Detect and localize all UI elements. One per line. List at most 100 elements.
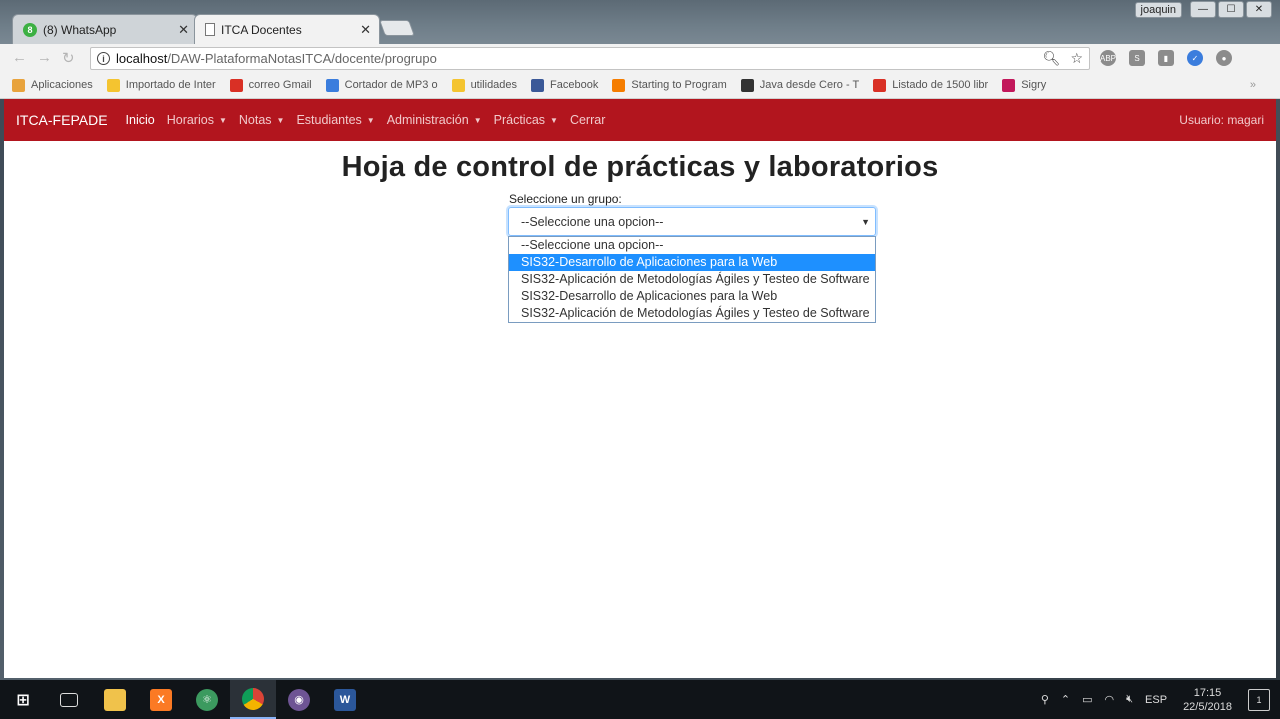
xampp-icon: X [150,688,172,711]
word-button[interactable]: W [322,680,368,719]
clock-date: 22/5/2018 [1183,700,1232,713]
bookmark-label: Listado de 1500 libr [892,79,989,91]
window-user-badge[interactable]: joaquin [1134,2,1182,18]
nav-item-menu[interactable]: Estudiantes ▼ [296,113,374,127]
task-view-button[interactable] [46,680,92,719]
bookmark-label: Starting to Program [631,79,727,91]
bookmark-label: Cortador de MP3 o [344,79,438,91]
clock-time: 17:15 [1193,686,1222,699]
caret-down-icon: ▼ [366,115,375,125]
info-icon[interactable]: i [97,52,110,65]
group-select-dropdown: --Seleccione una opcion-- SIS32-Desarroll… [508,236,876,323]
task-view-icon [60,692,78,707]
bookmark-item[interactable]: Listado de 1500 libr [873,78,989,92]
select-option[interactable]: SIS32-Aplicación de Metodologías Ágiles … [509,305,875,322]
address-bar[interactable]: i localhost /DAW-PlataformaNotasITCA/doc… [90,47,1090,70]
volume-muted-icon[interactable]: 🔇︎ [1126,693,1133,706]
bookmark-icon [12,78,25,92]
forward-icon[interactable]: → [37,49,52,67]
nav-item-menu[interactable]: Horarios ▼ [167,113,227,127]
profile-icon[interactable]: ● [1216,50,1232,66]
bookmark-item[interactable]: Sigry [1002,78,1046,92]
url-path: /DAW-PlataformaNotasITCA/docente/progrup… [167,51,437,66]
bookmark-icon [531,78,545,92]
nav-item-label: Notas [238,113,272,127]
tab-whatsapp[interactable]: 8 (8) WhatsApp ✕ [12,14,198,44]
document-icon [205,23,215,36]
group-select[interactable]: --Seleccione una opcion-- ▼ [508,207,876,236]
bookmark-item[interactable]: Java desde Cero - T [740,78,860,92]
language-indicator[interactable]: ESP [1145,694,1167,706]
adblock-icon[interactable]: ABP [1100,50,1116,66]
nav-item-menu[interactable]: Cerrar [570,113,605,127]
chevron-up-icon[interactable]: ⌃ [1061,693,1070,706]
page-title: Hoja de control de prácticas y laborator… [341,151,939,183]
atom-button[interactable]: ⚛ [184,680,230,719]
wifi-icon[interactable]: ◠ [1105,693,1115,706]
tab-itca-docentes[interactable]: ITCA Docentes ✕ [194,14,380,44]
xampp-button[interactable]: X [138,680,184,719]
bookmark-item[interactable]: Aplicaciones [12,78,93,92]
select-option[interactable]: SIS32-Desarrollo de Aplicaciones para la… [509,254,875,271]
select-option[interactable]: SIS32-Desarrollo de Aplicaciones para la… [509,288,875,305]
bookmark-label: utilidades [470,79,518,91]
bookmark-icon [1002,78,1016,92]
close-icon[interactable]: ✕ [360,22,371,38]
chrome-button[interactable] [230,680,276,719]
close-window-button[interactable]: ✕ [1246,1,1272,18]
nav-item-menu[interactable]: Notas ▼ [239,113,285,127]
caret-down-icon: ▼ [550,115,558,125]
bookmark-star-icon[interactable]: ☆ [1070,50,1083,67]
bookmark-icon [106,78,120,92]
bookmarks-overflow-icon[interactable]: » [1250,79,1256,91]
tab-title: (8) WhatsApp [43,22,117,37]
extension-icons: ABP S ▮ ✓ ● [1100,50,1232,66]
bookmark-label: Facebook [550,79,599,91]
maximize-button[interactable]: ☐ [1218,1,1244,18]
notification-center-icon[interactable]: 1 [1248,688,1270,711]
bookmark-icon [612,78,626,92]
nav-item-label: Cerrar [569,113,606,127]
bookmark-item[interactable]: correo Gmail [229,78,312,92]
file-explorer-button[interactable] [92,680,138,719]
browser-toolbar: ← → ↻ i localhost /DAW-PlataformaNotasIT… [0,44,1280,72]
nav-item-menu[interactable]: Prácticas ▼ [494,113,558,127]
nav-item-inicio[interactable]: Inicio [126,113,155,127]
site-navbar: ITCA-FEPADE Inicio Horarios ▼ Notas ▼ Estudia… [4,99,1276,141]
bookmark-icon [873,78,887,92]
bookmark-item[interactable]: Starting to Program [612,78,727,92]
reload-icon[interactable]: ↻ [62,49,75,67]
start-button[interactable]: ⊞ [0,680,46,719]
os-taskbar: ⊞ X ⚛ ◉ W ⚲ ⌃ ▭ ◠ 🔇︎ ESP 17:15 22/5/2018… [0,680,1280,719]
bookmark-item[interactable]: Importado de Inter [106,78,216,92]
bookmark-icon [229,78,243,92]
clock[interactable]: 17:15 22/5/2018 [1183,686,1232,714]
battery-icon[interactable]: ▭ [1082,693,1092,706]
minimize-button[interactable]: — [1190,1,1216,18]
select-option[interactable]: --Seleccione una opcion-- [509,237,875,254]
color-extension-icon[interactable]: ✓ [1187,50,1203,66]
bookmark-item[interactable]: Facebook [531,78,599,92]
browser-tabstrip: 8 (8) WhatsApp ✕ ITCA Docentes ✕ joaquin… [0,0,1280,44]
bookmark-label: correo Gmail [248,79,312,91]
s-extension-icon[interactable]: S [1129,50,1145,66]
github-desktop-button[interactable]: ◉ [276,680,322,719]
zoom-icon[interactable]: 🔍︎ [1043,50,1061,67]
people-icon[interactable]: ⚲ [1041,693,1049,706]
window-controls: — ☐ ✕ [1190,1,1272,18]
bookmark-label: Java desde Cero - T [759,79,860,91]
close-icon[interactable]: ✕ [178,22,189,38]
back-icon[interactable]: ← [12,49,27,67]
chrome-icon [242,687,264,710]
select-option[interactable]: SIS32-Aplicación de Metodologías Ágiles … [509,271,875,288]
bookmark-item[interactable]: Cortador de MP3 o [325,78,438,92]
bookmark-icon [451,78,465,92]
new-tab-button[interactable] [379,20,415,36]
caret-down-icon: ▼ [276,115,285,125]
bag-extension-icon[interactable]: ▮ [1158,50,1174,66]
nav-item-label: Inicio [125,113,155,127]
bookmark-item[interactable]: utilidades [451,78,518,92]
nav-item-menu[interactable]: Administración ▼ [387,113,482,127]
windows-logo-icon: ⊞ [16,691,30,709]
brand-link[interactable]: ITCA-FEPADE [16,112,108,128]
